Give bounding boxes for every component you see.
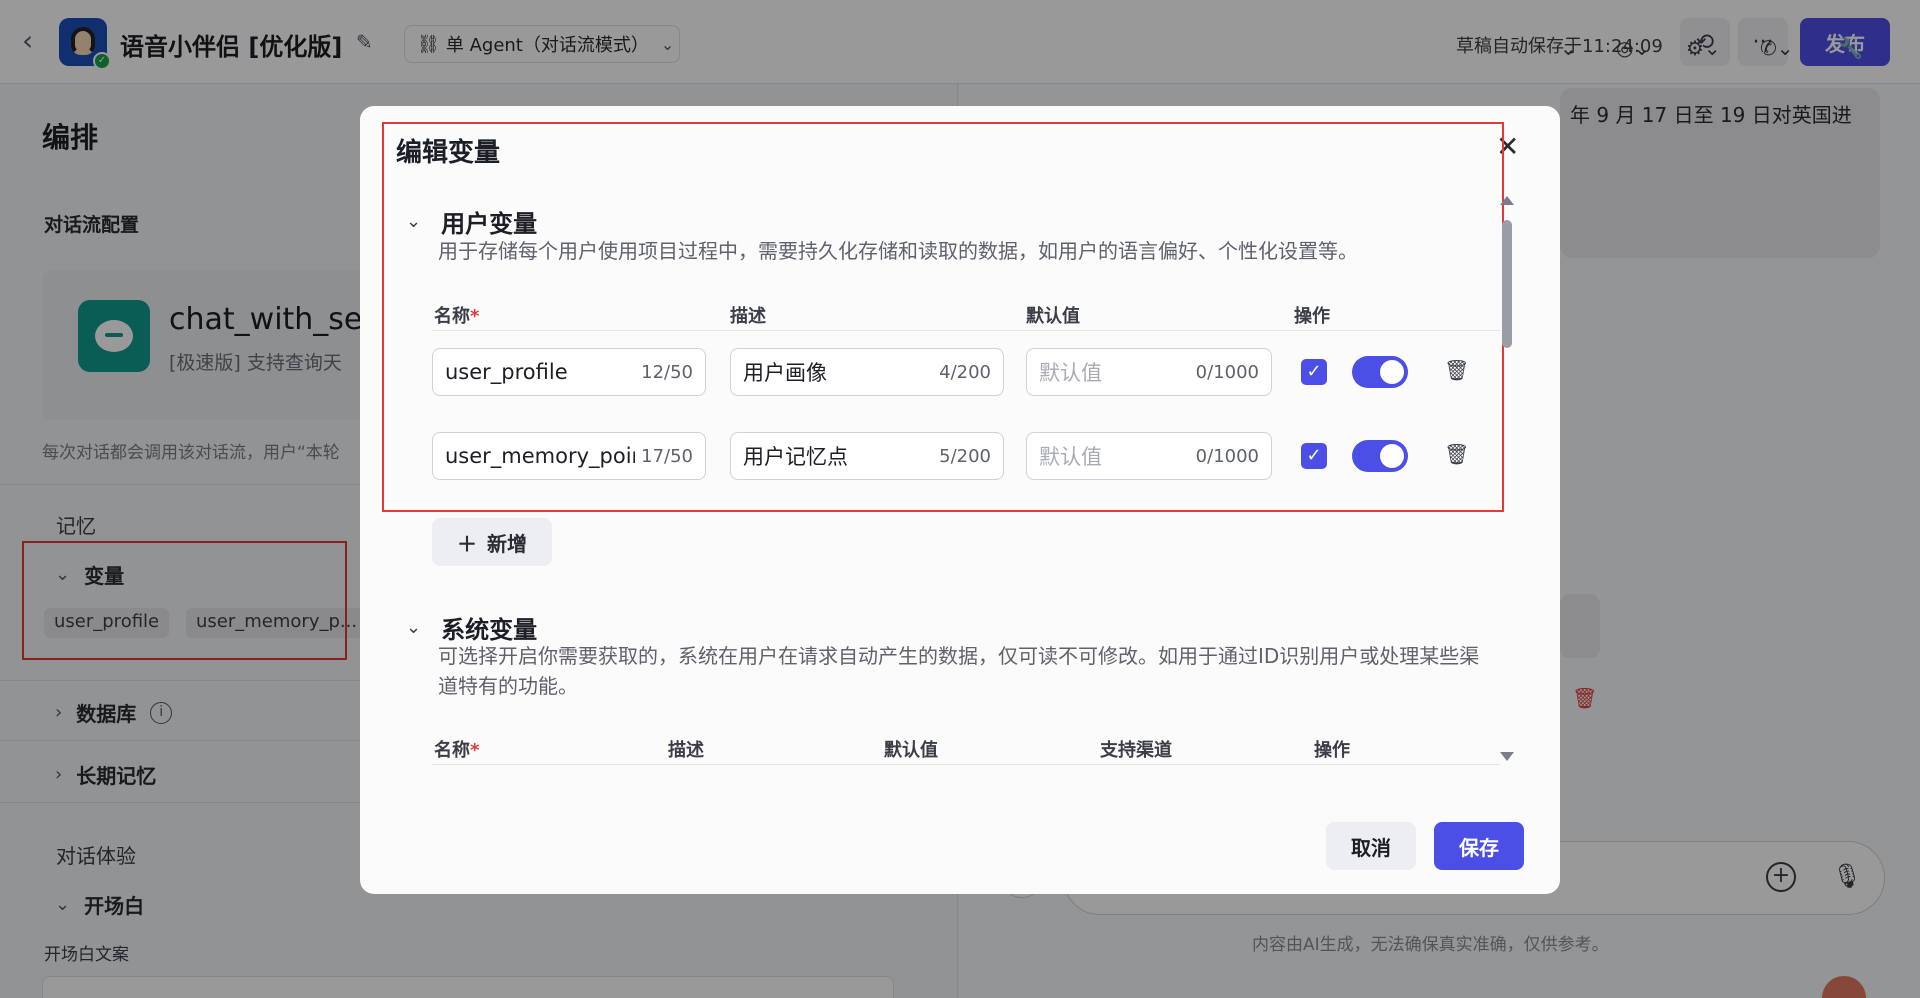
save-button[interactable]: 保存 bbox=[1434, 822, 1524, 870]
cancel-button[interactable]: 取消 bbox=[1326, 822, 1416, 870]
col-desc: 描述 bbox=[668, 740, 704, 761]
system-variables-desc: 可选择开启你需要获取的，系统在用户在请求自动产生的数据，仅可读不可修改。如用于通… bbox=[438, 644, 1480, 698]
col-channel: 支持渠道 bbox=[1100, 740, 1172, 761]
header-divider bbox=[432, 764, 1500, 765]
col-action: 操作 bbox=[1314, 740, 1350, 761]
scrollbar-thumb[interactable] bbox=[1502, 220, 1512, 348]
col-name-text: 名称 bbox=[434, 740, 470, 761]
highlight-box bbox=[382, 122, 1504, 512]
scroll-up-icon[interactable] bbox=[1500, 196, 1514, 205]
scrollbar[interactable] bbox=[1500, 196, 1514, 766]
col-default: 默认值 bbox=[884, 740, 938, 761]
add-variable-button[interactable]: ＋ 新增 bbox=[432, 518, 552, 566]
scroll-down-icon[interactable] bbox=[1500, 752, 1514, 761]
add-variable-label: 新增 bbox=[487, 531, 527, 556]
required-mark: * bbox=[470, 740, 480, 761]
col-name: 名称* bbox=[434, 736, 479, 762]
system-variables-title: 系统变量 bbox=[441, 616, 538, 644]
plus-icon: ＋ bbox=[457, 531, 477, 556]
chevron-down-icon: ⌄ bbox=[406, 617, 422, 638]
edit-variables-dialog: 编辑变量 ✕ ⌄ 用户变量 用于存储每个用户使用项目过程中，需要持久化存储和读取… bbox=[360, 106, 1560, 894]
system-variables-toggle[interactable]: ⌄ 系统变量 bbox=[406, 610, 537, 645]
